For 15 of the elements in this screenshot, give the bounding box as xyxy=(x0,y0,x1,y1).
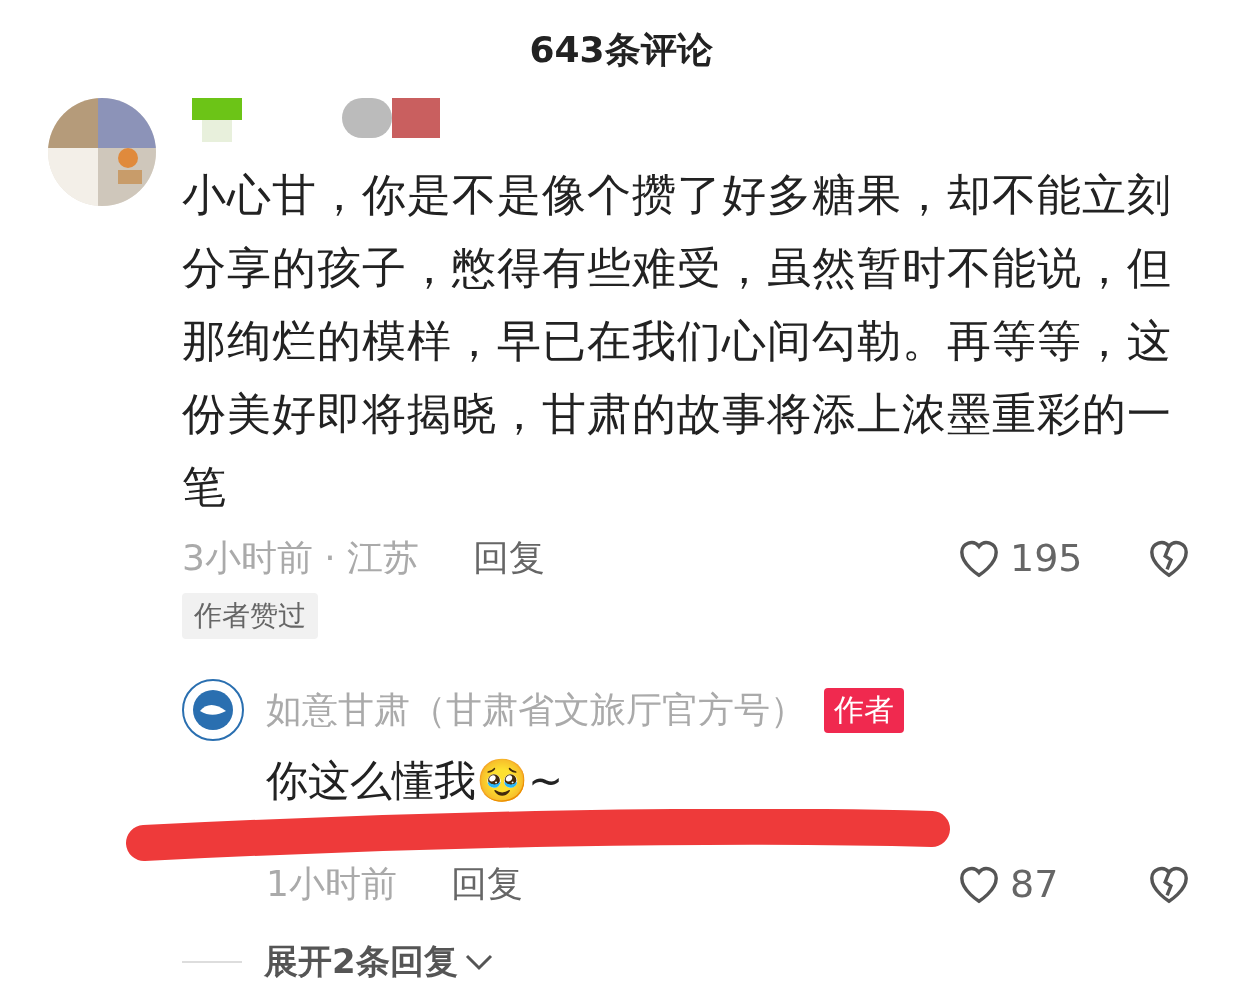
author-tag: 作者 xyxy=(824,687,904,733)
reply-time: 1小时前 xyxy=(266,861,397,906)
like-count: 195 xyxy=(1010,536,1083,580)
like-count: 87 xyxy=(1010,862,1059,906)
comment-text: 小心甘，你是不是像个攒了好多糖果，却不能立刻分享的孩子，憋得有些难受，虽然暂时不能说，但那绚烂的模样，早已在我们心间勾勒。再等等，这份美好即将揭晓，甘肃的故事将添上浓墨重彩的一笔 xyxy=(182,168,1173,514)
expand-replies-button[interactable]: 展开2条回复 xyxy=(264,939,494,985)
comment-count-title: 643条评论 xyxy=(528,28,714,72)
reply-link[interactable]: 回复 xyxy=(473,533,546,583)
reply-text: 你这么懂我🥹~ xyxy=(266,755,565,807)
logo-icon xyxy=(182,679,244,741)
author-name: 如意甘肃（甘肃省文旅厅官方号） xyxy=(266,687,806,732)
chevron-down-icon xyxy=(463,952,494,972)
reply-link[interactable]: 回复 xyxy=(450,859,523,909)
comment-time: 3小时前 · 江苏 xyxy=(182,535,420,580)
author-liked-badge: 作者赞过 xyxy=(182,593,318,639)
